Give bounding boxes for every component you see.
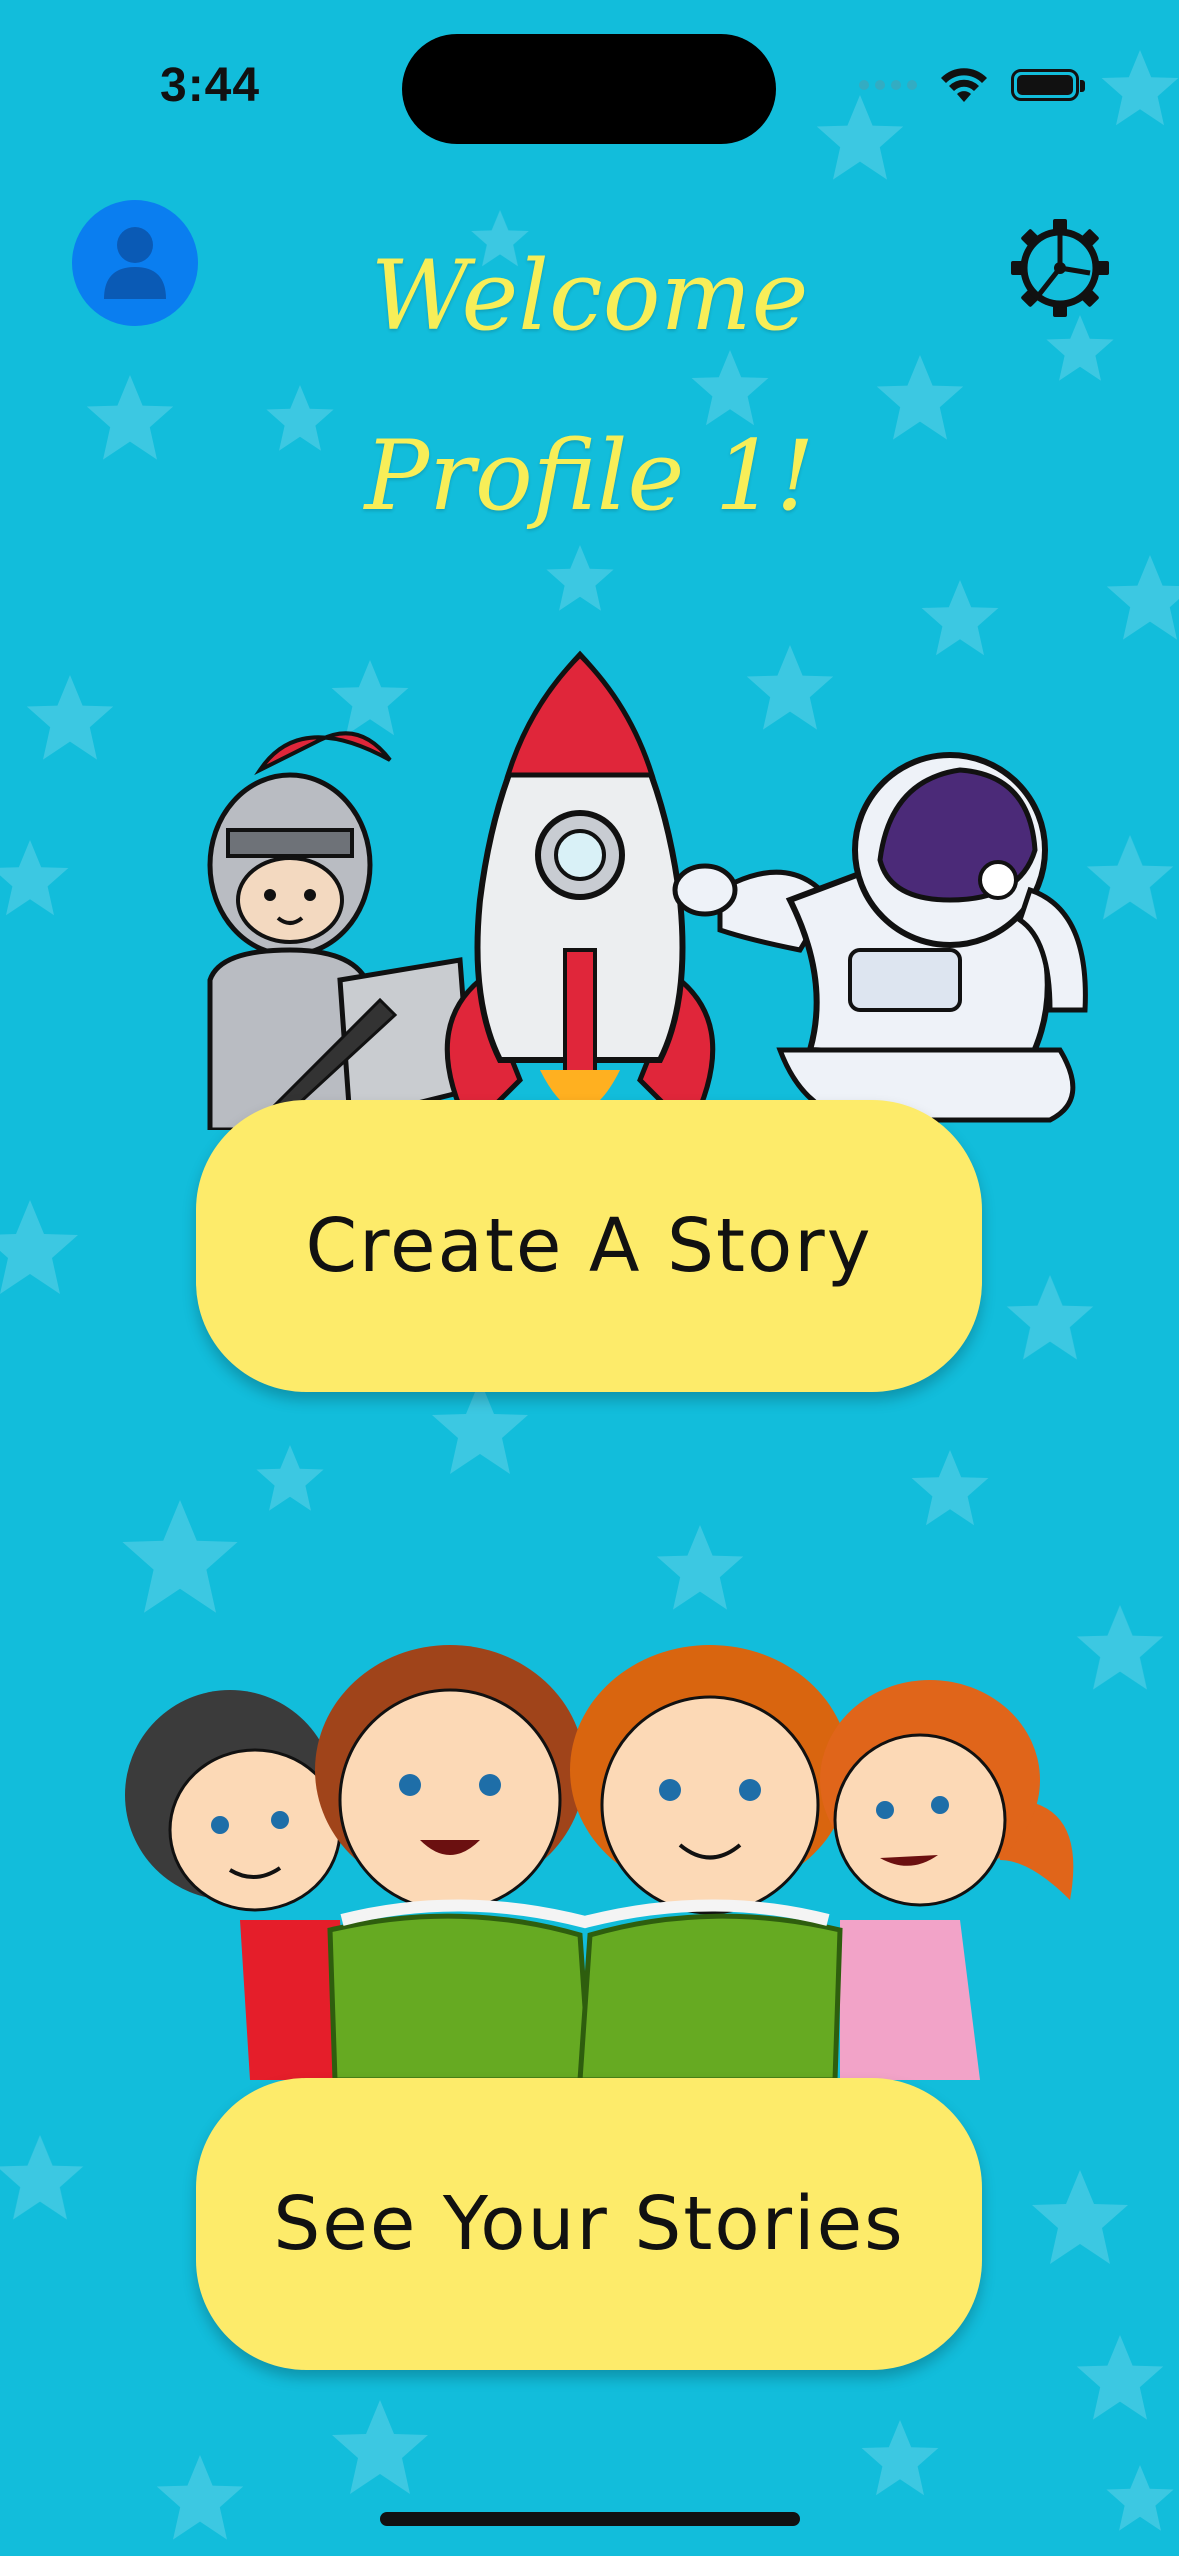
dynamic-island (402, 34, 776, 144)
astronaut-illustration (672, 752, 1088, 1124)
child-illustration (570, 1645, 850, 1915)
child-illustration (820, 1680, 1074, 2080)
child-illustration (125, 1690, 350, 2080)
knight-rocket-astronaut-illustration (207, 650, 1088, 1130)
cellular-dots-icon (859, 80, 917, 90)
book-illustration (327, 1899, 843, 2080)
create-story-button[interactable]: Create A Story (196, 1100, 982, 1392)
create-story-label: Create A Story (305, 1203, 873, 1289)
profile-name-title: Profile 1! (364, 420, 815, 532)
see-stories-button[interactable]: See Your Stories (196, 2078, 982, 2370)
welcome-title: Welcome (370, 240, 809, 352)
wifi-icon (941, 68, 987, 102)
battery-icon (1011, 69, 1085, 101)
see-stories-label: See Your Stories (273, 2181, 905, 2267)
knight-illustration (207, 731, 473, 1130)
child-illustration (315, 1645, 585, 1912)
home-indicator[interactable] (380, 2512, 800, 2526)
status-icons (859, 66, 1085, 104)
status-time: 3:44 (160, 59, 261, 112)
children-reading-book-illustration (125, 1645, 1074, 2080)
